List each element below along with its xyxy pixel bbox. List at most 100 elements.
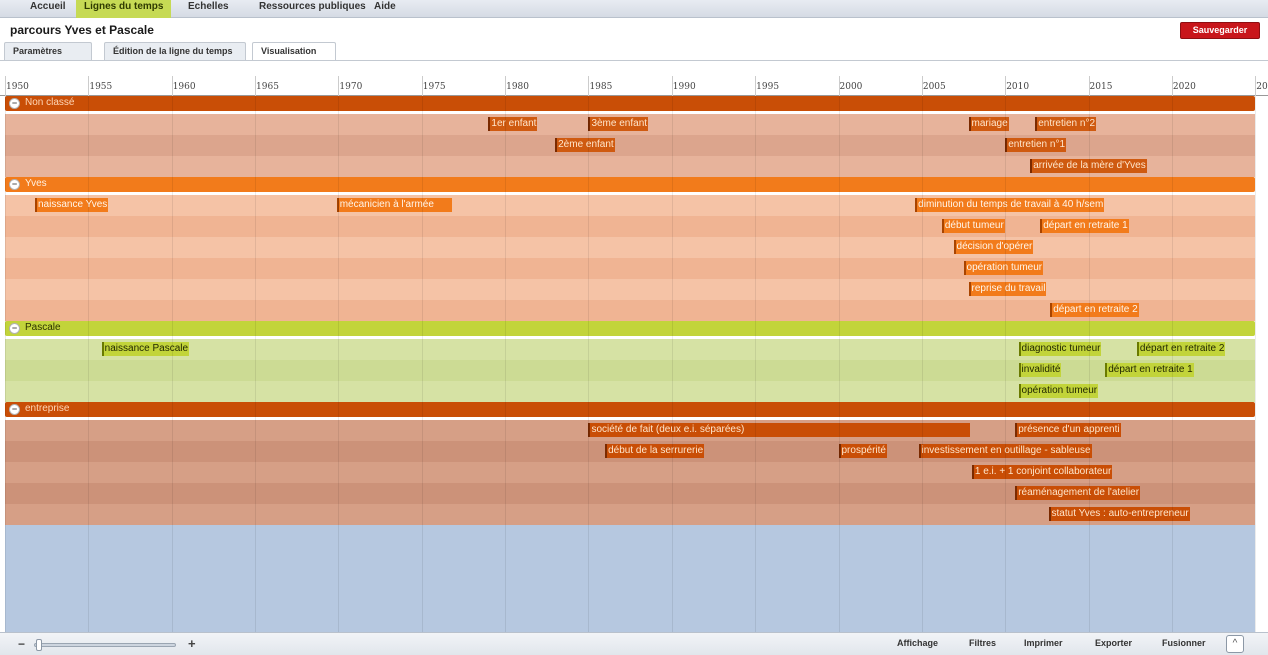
- event-label: départ en retraite 2: [1139, 343, 1225, 354]
- year-tick-label: 1965: [256, 82, 279, 92]
- timeline-event[interactable]: mécanicien à l'armée: [336, 198, 452, 212]
- timeline-event[interactable]: réaménagement de l'atelier: [1015, 486, 1141, 500]
- year-tick-label: 2020: [1172, 82, 1196, 92]
- event-marker: [588, 423, 591, 437]
- group-name: entreprise: [25, 403, 70, 414]
- timeline-view[interactable]: 1950 1955 1960 1965 1970 1975 1980 1985 1990 1995…: [0, 76, 1268, 632]
- timeline-event[interactable]: arrivée de la mère d'Yves: [1030, 159, 1147, 173]
- save-button[interactable]: Sauvegarder: [1180, 22, 1260, 39]
- timeline-event[interactable]: mariage: [968, 117, 1009, 131]
- year-tick-label: 2010: [1006, 82, 1030, 92]
- timeline-event[interactable]: reprise du travail: [968, 282, 1047, 296]
- year-tick-mark: [338, 76, 340, 96]
- timeline-event[interactable]: départ en retraite 2: [1050, 303, 1139, 317]
- tab-parametres[interactable]: Paramètres: [4, 42, 92, 60]
- timeline-event[interactable]: entretien n°2: [1035, 117, 1097, 131]
- year-tick-mark: [5, 76, 6, 96]
- timeline-row: naissance Pascale diagnostic tumeur départ…: [5, 339, 1255, 360]
- timeline-event[interactable]: entretien n°1: [1005, 138, 1067, 152]
- year-tick-label: 2000: [839, 82, 863, 92]
- zoom-in-button[interactable]: +: [188, 636, 196, 651]
- event-label: investissement en outillage - sableuse: [921, 445, 1091, 456]
- event-label: entretien n°1: [1008, 139, 1066, 150]
- year-tick-label: 1980: [506, 82, 529, 92]
- timeline-row: statut Yves : auto-entrepreneur: [5, 504, 1255, 525]
- event-label: décision d'opérer: [956, 241, 1033, 252]
- timeline-event[interactable]: opération tumeur: [963, 261, 1044, 275]
- timeline-event[interactable]: début de la serrurerie: [605, 444, 705, 458]
- timeline-event[interactable]: opération tumeur: [1018, 384, 1099, 398]
- event-label: diminution du temps de travail à 40 h/se…: [918, 199, 1104, 210]
- event-marker: [1018, 384, 1021, 398]
- menu-item-echelles[interactable]: Echelles: [180, 0, 237, 18]
- merge-button[interactable]: Fusionner: [1162, 638, 1206, 648]
- year-tick-label: 1970: [339, 82, 363, 92]
- timeline-event[interactable]: invalidité: [1018, 363, 1062, 377]
- tab-visualisation[interactable]: Visualisation: [252, 42, 336, 60]
- event-marker: [1105, 363, 1108, 377]
- timeline-event[interactable]: diminution du temps de travail à 40 h/se…: [915, 198, 1105, 212]
- event-label: présence d'un apprenti: [1018, 424, 1120, 435]
- collapse-toggle-icon[interactable]: −: [9, 179, 20, 190]
- timeline-row: réaménagement de l'atelier: [5, 483, 1255, 504]
- year-gridline: [1255, 96, 1257, 632]
- group-name: Yves: [25, 178, 47, 189]
- year-tick-mark: [921, 76, 923, 96]
- timeline-event[interactable]: départ en retraite 1: [1040, 219, 1129, 233]
- timeline-row: début tumeur départ en retraite 1: [5, 216, 1255, 237]
- event-marker: [488, 117, 491, 131]
- filters-button[interactable]: Filtres: [969, 638, 996, 648]
- event-marker: [838, 444, 841, 458]
- timeline-event[interactable]: naissance Pascale: [101, 342, 190, 356]
- collapse-toggle-icon[interactable]: −: [9, 323, 20, 334]
- event-label: diagnostic tumeur: [1021, 343, 1101, 354]
- group-header-pascale[interactable]: − Pascale: [5, 321, 1255, 336]
- group-header-yves[interactable]: − Yves: [5, 177, 1255, 192]
- year-tick-mark: [838, 76, 840, 96]
- collapse-toggle-icon[interactable]: −: [9, 98, 20, 109]
- event-marker: [1040, 219, 1043, 233]
- event-marker: [555, 138, 558, 152]
- group-header-non-class-[interactable]: − Non classé: [5, 96, 1255, 111]
- year-ruler: 1950 1955 1960 1965 1970 1975 1980 1985 1990 1995…: [0, 76, 1268, 96]
- tab-edition[interactable]: Édition de la ligne du temps: [104, 42, 246, 60]
- menu-item-aide[interactable]: Aide: [366, 0, 404, 18]
- timeline-event[interactable]: société de fait (deux e.i. séparées): [588, 423, 971, 437]
- event-label: naissance Pascale: [104, 343, 189, 354]
- event-marker: [1048, 507, 1051, 521]
- timeline-event[interactable]: 1 e.i. + 1 conjoint collaborateur: [971, 465, 1113, 479]
- timeline-event[interactable]: 3ème enfant: [588, 117, 649, 131]
- timeline-event[interactable]: départ en retraite 2: [1136, 342, 1226, 356]
- event-marker: [1005, 138, 1008, 152]
- group-name: Non classé: [25, 97, 75, 108]
- print-button[interactable]: Imprimer: [1024, 638, 1063, 648]
- collapse-toggle-icon[interactable]: −: [9, 404, 20, 415]
- zoom-out-button[interactable]: −: [18, 637, 25, 651]
- timeline-event[interactable]: décision d'opérer: [953, 240, 1034, 254]
- year-tick-mark: [755, 76, 757, 96]
- export-button[interactable]: Exporter: [1095, 638, 1132, 648]
- year-tick-mark: [1005, 76, 1007, 96]
- tab-divider: [0, 60, 1268, 61]
- timeline-event[interactable]: diagnostic tumeur: [1018, 342, 1102, 356]
- timeline-event[interactable]: 2ème enfant: [555, 138, 615, 152]
- zoom-slider[interactable]: [34, 643, 176, 647]
- timeline-event[interactable]: statut Yves : auto-entrepreneur: [1048, 507, 1190, 521]
- timeline-event[interactable]: présence d'un apprenti: [1015, 423, 1121, 437]
- menu-item-ressources-publiques[interactable]: Ressources publiques: [251, 0, 374, 18]
- timeline-event[interactable]: prospérité: [838, 444, 887, 458]
- timeline-event[interactable]: départ en retraite 1: [1105, 363, 1194, 377]
- group-name: Pascale: [25, 322, 61, 333]
- timeline-event[interactable]: 1er enfant: [488, 117, 538, 131]
- timeline-empty-area: [5, 525, 1255, 632]
- zoom-slider-handle[interactable]: [36, 639, 42, 651]
- group-header-entreprise[interactable]: − entreprise: [5, 402, 1255, 417]
- timeline-event[interactable]: investissement en outillage - sableuse: [918, 444, 1092, 458]
- collapse-panel-button[interactable]: ^: [1226, 635, 1244, 653]
- menu-item-accueil[interactable]: Accueil: [22, 0, 74, 18]
- event-label: départ en retraite 2: [1053, 304, 1138, 315]
- display-button[interactable]: Affichage: [897, 638, 938, 648]
- timeline-event[interactable]: naissance Yves: [35, 198, 109, 212]
- menu-item-lignes-du-temps[interactable]: Lignes du temps: [76, 0, 172, 18]
- timeline-event[interactable]: début tumeur: [941, 219, 1005, 233]
